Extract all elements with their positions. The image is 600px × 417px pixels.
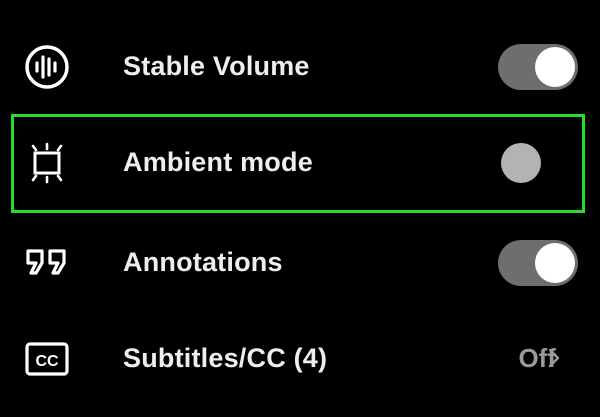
menu-item-label: Subtitles/CC (4) xyxy=(123,343,328,373)
annotations-icon xyxy=(22,238,72,288)
menu-item-label: Ambient mode xyxy=(123,147,313,177)
toggle-knob xyxy=(501,143,541,183)
subtitles-cc-icon: CC xyxy=(22,334,72,384)
stable-volume-icon xyxy=(22,42,72,92)
menu-item-label: Stable Volume xyxy=(123,51,310,81)
menu-item-annotations[interactable]: Annotations xyxy=(0,214,600,310)
menu-item-subtitles-cc[interactable]: CC Subtitles/CC (4) Off xyxy=(0,310,600,406)
ambient-mode-icon xyxy=(22,138,72,188)
stable-volume-toggle[interactable] xyxy=(498,44,578,90)
annotations-toggle[interactable] xyxy=(498,240,578,286)
chevron-right-icon xyxy=(548,348,560,368)
menu-item-label: Annotations xyxy=(123,247,283,277)
menu-item-ambient-mode[interactable]: Ambient mode xyxy=(0,114,600,210)
ambient-mode-toggle[interactable] xyxy=(498,140,578,186)
menu-item-stable-volume[interactable]: Stable Volume xyxy=(0,18,600,114)
settings-menu: Stable Volume Ambient mode Annotations C… xyxy=(0,0,600,417)
svg-text:CC: CC xyxy=(35,353,59,370)
toggle-knob xyxy=(535,243,575,283)
toggle-knob xyxy=(535,47,575,87)
